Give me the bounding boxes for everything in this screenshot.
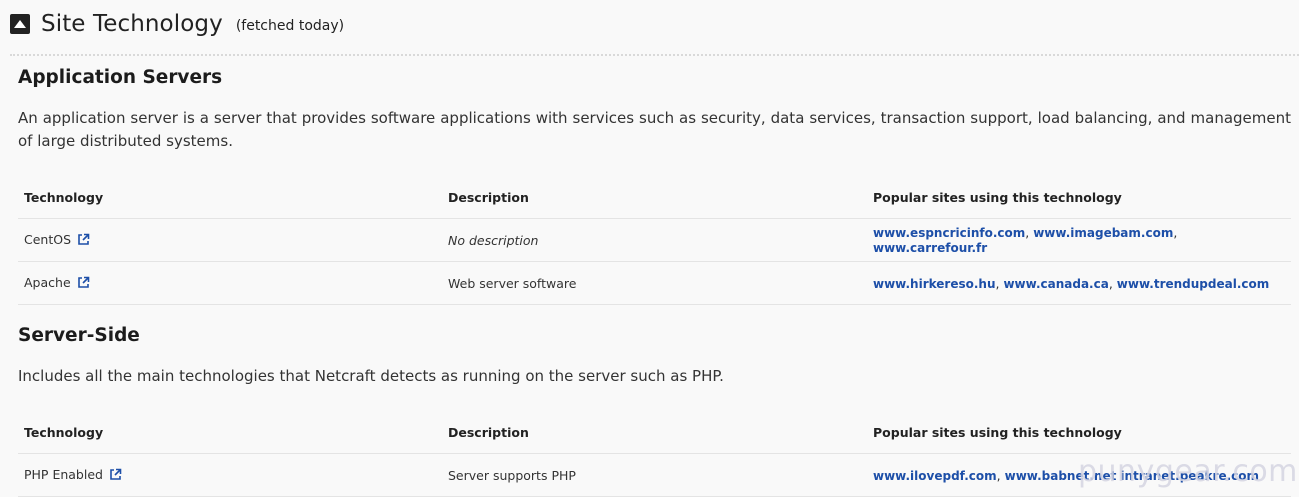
- column-header-description: Description: [442, 176, 867, 219]
- sites-cell: www.hirkereso.hu, www.canada.ca, www.tre…: [867, 261, 1291, 305]
- column-header-description: Description: [442, 411, 867, 454]
- table-header-row: Technology Description Popular sites usi…: [18, 411, 1291, 454]
- technology-cell: CentOS: [18, 218, 442, 262]
- technology-cell: PHP Enabled: [18, 453, 442, 497]
- sites-cell: www.ilovepdf.com, www.babnet.net intrane…: [867, 453, 1291, 497]
- technology-name: CentOS: [24, 231, 72, 247]
- site-link[interactable]: www.trendupdeal.com: [1117, 277, 1269, 291]
- collapse-toggle-button[interactable]: [10, 13, 30, 34]
- description-cell: No description: [442, 218, 867, 262]
- section-description-application-servers: An application server is a server that p…: [18, 109, 1291, 150]
- description-cell: Server supports PHP: [442, 453, 867, 497]
- site-link[interactable]: www.canada.ca: [1003, 277, 1108, 291]
- table-header-row: Technology Description Popular sites usi…: [18, 176, 1291, 219]
- site-link[interactable]: intranet.peakre.com: [1120, 469, 1259, 483]
- table-row: PHP Enabled Server supports PHP www.ilov…: [18, 453, 1291, 497]
- site-link[interactable]: www.imagebam.com: [1033, 226, 1173, 240]
- technology-name: PHP Enabled: [24, 466, 103, 482]
- site-link[interactable]: www.espncricinfo.com: [873, 226, 1025, 240]
- technology-cell: Apache: [18, 261, 442, 305]
- section-description-server-side: Includes all the main technologies that …: [18, 367, 724, 385]
- column-header-popular-sites: Popular sites using this technology: [867, 176, 1291, 219]
- table-row: CentOS No description www.espncricinfo.c…: [18, 218, 1291, 262]
- page-title: Site Technology: [41, 10, 223, 37]
- description-cell: Web server software: [442, 261, 867, 305]
- external-link-icon[interactable]: [77, 276, 90, 292]
- column-header-technology: Technology: [18, 176, 442, 219]
- sites-cell: www.espncricinfo.com, www.imagebam.com, …: [867, 218, 1291, 262]
- section-title-server-side: Server-Side: [18, 325, 140, 346]
- site-link[interactable]: www.carrefour.fr: [873, 241, 987, 255]
- server-side-table: Technology Description Popular sites usi…: [18, 411, 1291, 497]
- external-link-icon[interactable]: [109, 468, 122, 484]
- fetched-status: (fetched today): [235, 18, 345, 34]
- column-header-technology: Technology: [18, 411, 442, 454]
- column-header-popular-sites: Popular sites using this technology: [867, 411, 1291, 454]
- application-servers-table: Technology Description Popular sites usi…: [18, 176, 1291, 305]
- site-link[interactable]: www.babnet.net: [1005, 469, 1117, 483]
- section-header: Site Technology (fetched today): [10, 8, 1299, 56]
- external-link-icon[interactable]: [77, 233, 90, 249]
- site-link[interactable]: www.ilovepdf.com: [873, 469, 997, 483]
- site-link[interactable]: www.hirkereso.hu: [873, 277, 996, 291]
- section-title-application-servers: Application Servers: [18, 67, 223, 88]
- triangle-up-icon: [14, 19, 26, 28]
- technology-name: Apache: [24, 274, 71, 290]
- table-row: Apache Web server software www.hirkereso…: [18, 261, 1291, 305]
